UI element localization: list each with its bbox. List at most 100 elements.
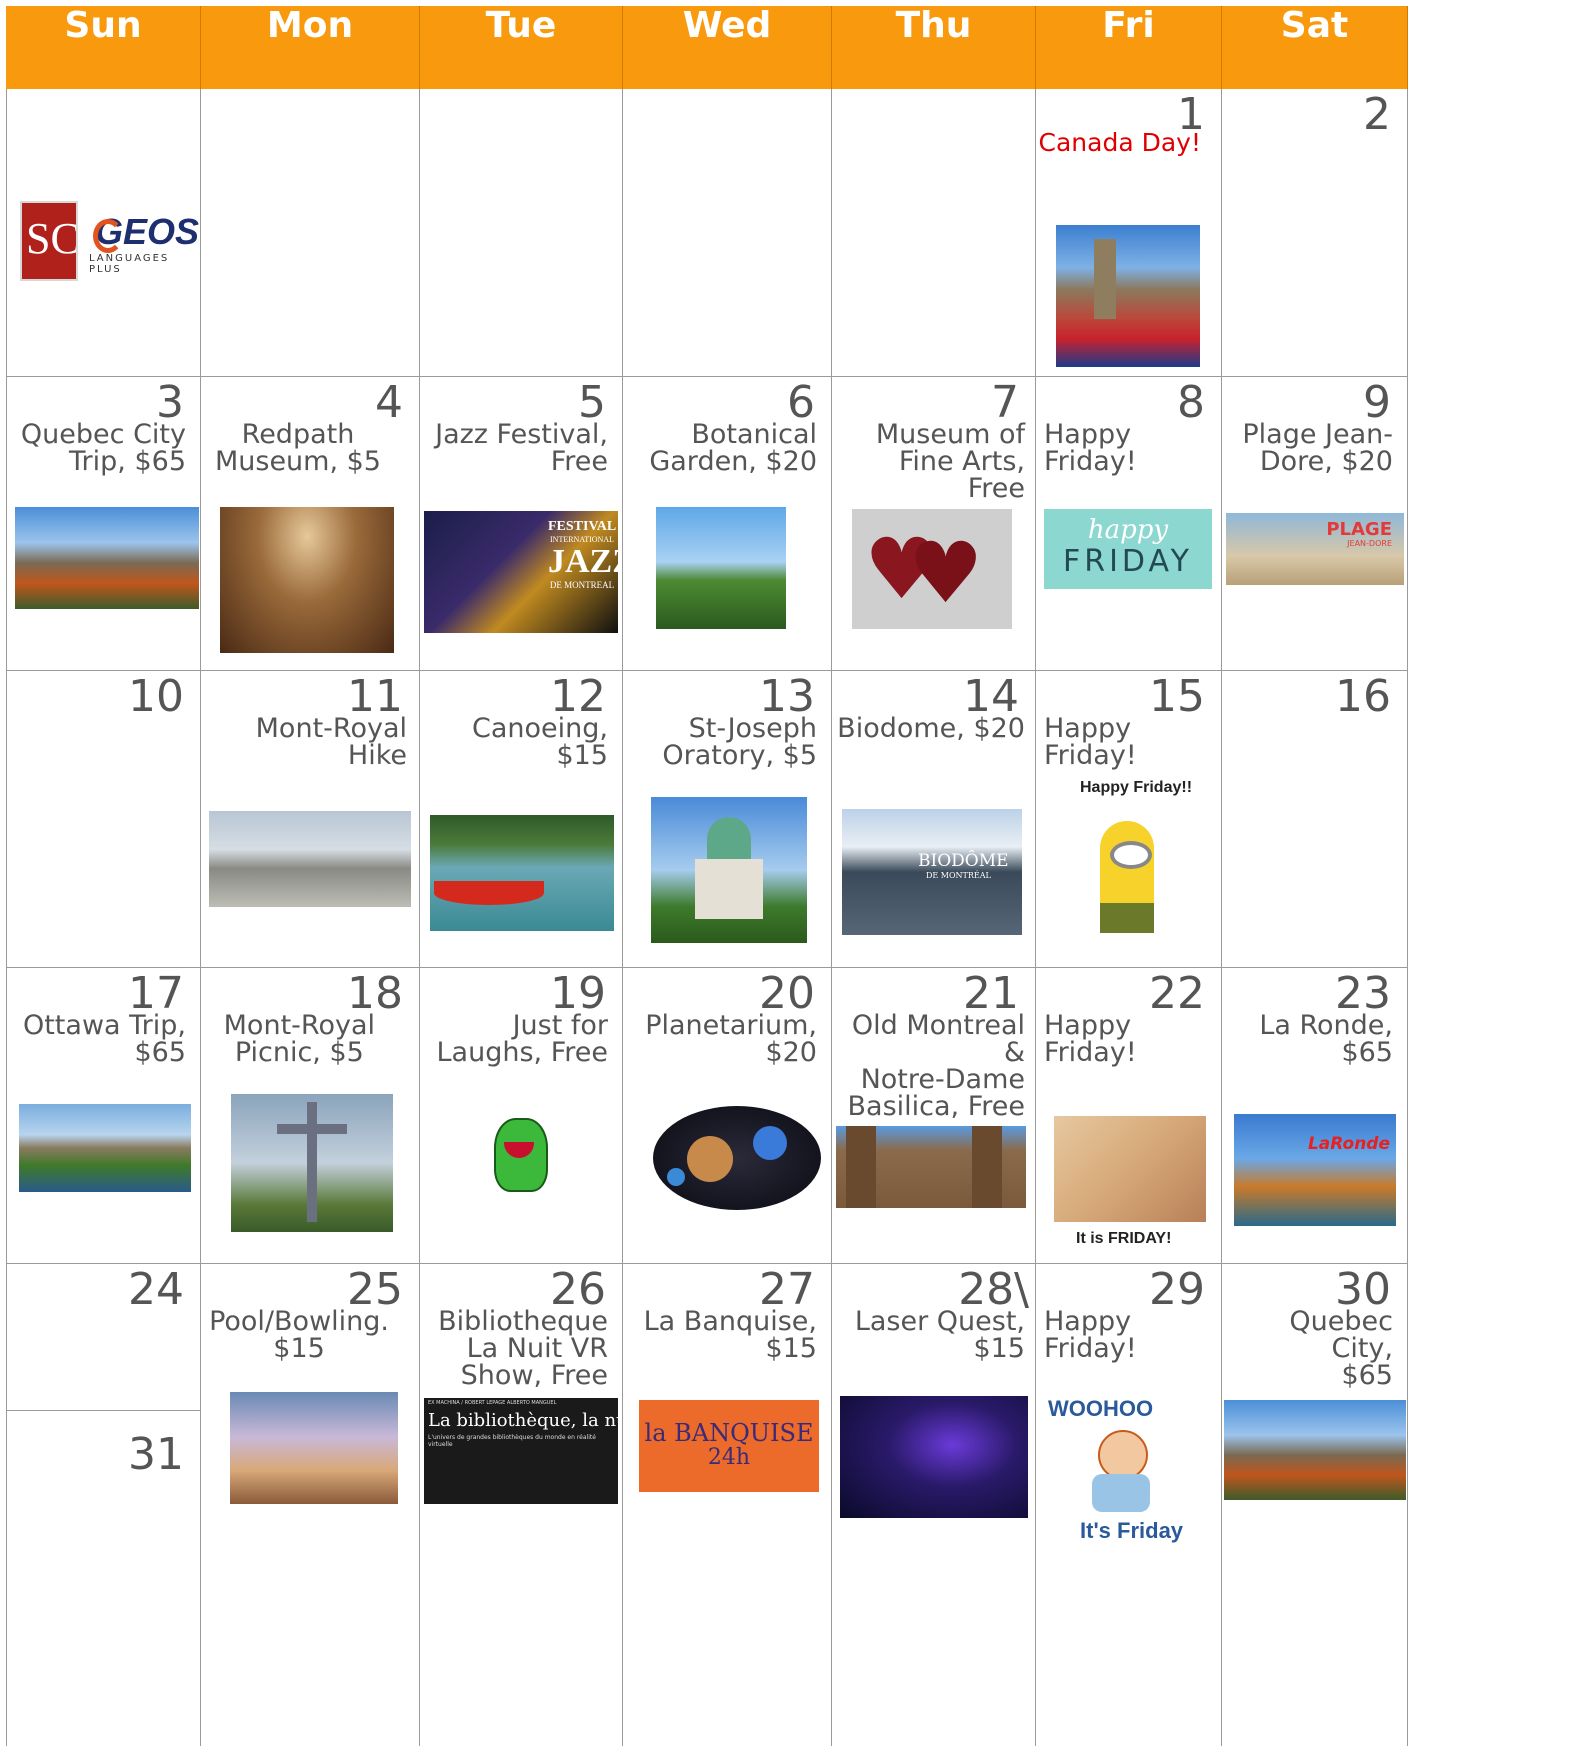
day-number: 15 xyxy=(1149,671,1205,722)
event-title: Old Montreal & Notre-Dame Basilica, Free xyxy=(847,1010,1026,1122)
oratory-dome-shape xyxy=(707,817,751,861)
event-title: Mont-Royal Picnic, $5 xyxy=(223,1010,375,1068)
day-cell-4: 4 Redpath Museum, $5 xyxy=(201,377,420,671)
minion-goggle xyxy=(1110,841,1152,869)
st-joseph-oratory-photo xyxy=(651,797,807,943)
event-title: Happy Friday! xyxy=(1044,1010,1137,1068)
event-title: Happy Friday! xyxy=(1044,419,1137,477)
day-number: 2 xyxy=(1363,89,1391,140)
day-cell-11: 11 Mont-Royal Hike xyxy=(201,671,420,968)
jazz-line-1: FESTIVAL xyxy=(548,519,617,534)
event-title: Mont-Royal Hike xyxy=(255,713,407,771)
day-cell-21: 21 Old Montreal & Notre-Dame Basilica, F… xyxy=(832,968,1036,1264)
la-banquise-logo: la BANQUISE 24h xyxy=(639,1400,819,1492)
parliament-tower-shape xyxy=(1094,239,1116,319)
cartoon-head xyxy=(1098,1430,1148,1480)
event-title: Redpath Museum, $5 xyxy=(214,419,381,477)
biodome-subsign: DE MONTRÉAL xyxy=(926,871,991,880)
canoeing-photo xyxy=(430,815,614,931)
woohoo-cartoon xyxy=(1076,1424,1166,1514)
event-title: St-Joseph Oratory, $5 xyxy=(662,713,817,771)
day-cell-16: 16 xyxy=(1222,671,1408,968)
weekday-header-fri: Fri xyxy=(1036,6,1222,89)
geos-logo-subtext: LANGUAGES PLUS xyxy=(89,253,170,275)
pool-bowling-photo xyxy=(230,1392,398,1504)
jazz-festival-poster: FESTIVAL INTERNATIONAL JAZZ DE MONTREAL xyxy=(424,511,618,633)
day-cell-20: 20 Planetarium, $20 xyxy=(623,968,832,1264)
weekday-header-sat: Sat xyxy=(1222,6,1408,89)
day-cell-31: 31 xyxy=(6,1411,201,1746)
laser-quest-photo xyxy=(840,1396,1028,1518)
happy-friday-card: happy FRIDAY xyxy=(1044,509,1212,589)
day-number: 10 xyxy=(128,671,184,722)
minion-caption: Happy Friday!! xyxy=(1080,779,1193,796)
mont-royal-cross-photo xyxy=(231,1094,393,1232)
day-cell-3: 3 Quebec City Trip, $65 xyxy=(6,377,201,671)
day-number: 8 xyxy=(1177,377,1205,428)
biblio-credits: EX MACHINA / ROBERT LEPAGE ALBERTO MANGU… xyxy=(428,1400,557,1406)
happy-word: happy xyxy=(1087,515,1169,545)
weekday-header-tue: Tue xyxy=(420,6,623,89)
mont-royal-lookout-photo xyxy=(209,811,411,907)
event-title: Happy Friday! xyxy=(1044,1306,1137,1364)
event-title: Pool/Bowling. $15 xyxy=(209,1306,389,1364)
jazz-line-3: JAZZ xyxy=(548,543,618,580)
day-number: 31 xyxy=(128,1429,184,1480)
day-cell-12: 12 Canoeing, $15 xyxy=(420,671,623,968)
heart-icon: ♥ xyxy=(908,524,984,622)
baby-caption: It is FRIDAY! xyxy=(1076,1230,1172,1247)
laronde-sign: LaRonde xyxy=(1307,1134,1390,1154)
geos-logo: GEOS LANGUAGES PLUS xyxy=(85,211,199,275)
banquise-24h: 24h xyxy=(707,1445,751,1470)
event-title: Canada Day! xyxy=(1038,128,1201,157)
biodome-photo: BIODÔME DE MONTRÉAL xyxy=(842,809,1022,935)
day-cell-23: 23 La Ronde, $65 LaRonde xyxy=(1222,968,1408,1264)
day-number: 29 xyxy=(1149,1264,1205,1315)
banquise-name: la BANQUISE xyxy=(644,1419,814,1447)
jazz-poster-text: FESTIVAL INTERNATIONAL JAZZ DE MONTREAL xyxy=(548,519,618,590)
day-cell-9: 9 Plage Jean- Dore, $20 PLAGE JEAN-DORE xyxy=(1222,377,1408,671)
geos-logo-swoosh xyxy=(93,219,123,253)
day-cell-17: 17 Ottawa Trip, $65 xyxy=(6,968,201,1264)
plage-title: PLAGE xyxy=(1326,519,1392,540)
planetarium-planets-image xyxy=(653,1106,821,1210)
event-title: Just for Laughs, Free xyxy=(436,1010,608,1068)
minion-skirt xyxy=(1100,903,1154,933)
jazz-line-4: DE MONTREAL xyxy=(549,580,615,590)
biblio-subtitle: L'univers de grandes bibliothèques du mo… xyxy=(428,1434,596,1448)
cartoon-body xyxy=(1092,1474,1150,1512)
basilica-tower-left xyxy=(846,1126,876,1208)
day-cell-7: 7 Museum of Fine Arts, Free ♥ ♥ xyxy=(832,377,1036,671)
quebec-city-photo xyxy=(15,507,199,609)
biblio-title: La bibliothèque, la nuit xyxy=(428,1410,618,1431)
event-title: Planetarium, $20 xyxy=(645,1010,817,1068)
plage-jean-dore-photo: PLAGE JEAN-DORE xyxy=(1226,513,1404,585)
day-cell-24: 24 xyxy=(6,1264,201,1411)
weekday-header-wed: Wed xyxy=(623,6,832,89)
notre-dame-basilica-photo xyxy=(836,1126,1026,1208)
day-cell-empty: SC GEOS LANGUAGES PLUS xyxy=(6,89,201,377)
event-title: Jazz Festival, Free xyxy=(435,419,608,477)
event-title: La Ronde, $65 xyxy=(1259,1010,1393,1068)
botanical-garden-photo xyxy=(656,507,786,629)
event-title: Museum of Fine Arts, Free xyxy=(875,419,1025,504)
event-title: Quebec City, $65 xyxy=(1289,1306,1393,1391)
day-cell-25: 25 Pool/Bowling. $15 xyxy=(201,1264,420,1746)
surprised-baby-photo xyxy=(1054,1116,1206,1222)
calendar: Sun Mon Tue Wed Thu Fri Sat SC GEOS LANG… xyxy=(6,6,1565,1746)
event-title: Bibliotheque La Nuit VR Show, Free xyxy=(438,1306,608,1391)
event-title: La Banquise, $15 xyxy=(643,1306,817,1364)
day-number: 24 xyxy=(128,1264,184,1315)
friday-word: FRIDAY xyxy=(1062,544,1194,579)
day-cell-15: 15 Happy Friday! Happy Friday!! xyxy=(1036,671,1222,968)
day-cell-empty xyxy=(420,89,623,377)
redpath-museum-photo xyxy=(220,507,394,653)
canada-day-photo xyxy=(1056,225,1200,367)
cross-vertical xyxy=(307,1102,317,1222)
sc-logo: SC xyxy=(20,201,78,281)
just-for-laughs-mascot xyxy=(488,1110,552,1192)
event-title: Botanical Garden, $20 xyxy=(649,419,817,477)
day-cell-6: 6 Botanical Garden, $20 xyxy=(623,377,832,671)
day-cell-8: 8 Happy Friday! happy FRIDAY xyxy=(1036,377,1222,671)
la-ronde-photo: LaRonde xyxy=(1234,1114,1396,1226)
